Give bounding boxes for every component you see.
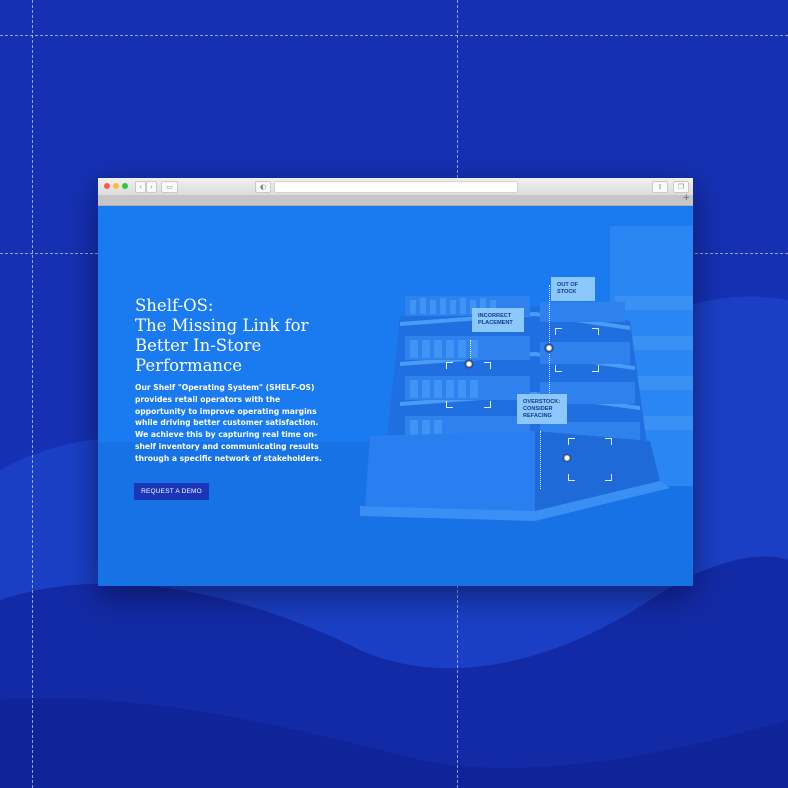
focus-bracket: [555, 328, 562, 335]
minimize-icon[interactable]: [113, 183, 119, 189]
annotation-line-out-of-stock: [549, 285, 550, 395]
guide-line-vertical-left: [32, 0, 33, 788]
hero-section: OUT OF STOCK INCORRECT PLACEMENT OVERSTO…: [98, 206, 693, 586]
focus-bracket: [592, 365, 599, 372]
share-icon[interactable]: ⇧: [652, 181, 668, 193]
store-shelf-illustration: [360, 226, 693, 521]
browser-window: ‹ › ▭ ◐ ⇧ ❐ + OUT OF STOCK INCORRECT PLA…: [98, 178, 693, 586]
tabs-icon[interactable]: ❐: [673, 181, 689, 193]
guide-line-horizontal-top: [0, 35, 788, 36]
request-demo-button[interactable]: REQUEST A DEMO: [134, 483, 209, 500]
focus-bracket: [484, 401, 491, 408]
privacy-shield-icon[interactable]: ◐: [255, 181, 271, 193]
tag-out-of-stock: OUT OF STOCK: [551, 277, 595, 301]
tag-overstock: OVERSTOCK: CONSIDER REFACING: [517, 394, 567, 425]
hero-headline: Shelf-OS: The Missing Link for Better In…: [135, 296, 309, 375]
focus-bracket: [605, 474, 612, 481]
focus-bracket: [568, 474, 575, 481]
zoom-icon[interactable]: [122, 183, 128, 189]
marker-incorrect-placement[interactable]: [464, 359, 474, 369]
annotation-line-overstock: [540, 431, 541, 489]
focus-bracket: [555, 365, 562, 372]
focus-bracket: [446, 362, 453, 369]
focus-bracket: [605, 438, 612, 445]
forward-arrow-icon[interactable]: ›: [146, 181, 157, 193]
marker-out-of-stock[interactable]: [544, 343, 554, 353]
browser-toolbar: ‹ › ▭ ◐ ⇧ ❐: [98, 178, 693, 196]
new-tab-plus-icon[interactable]: +: [682, 193, 690, 203]
focus-bracket: [592, 328, 599, 335]
tag-incorrect-placement: INCORRECT PLACEMENT: [472, 308, 524, 332]
focus-bracket: [484, 362, 491, 369]
focus-bracket: [446, 401, 453, 408]
back-arrow-icon[interactable]: ‹: [135, 181, 146, 193]
marker-overstock[interactable]: [562, 453, 572, 463]
tab-bar: +: [98, 193, 693, 206]
focus-bracket: [568, 438, 575, 445]
close-icon[interactable]: [104, 183, 110, 189]
address-bar[interactable]: [274, 181, 518, 193]
hero-description: Our Shelf "Operating System" (SHELF-OS) …: [135, 383, 322, 463]
sidebar-icon[interactable]: ▭: [161, 181, 178, 193]
